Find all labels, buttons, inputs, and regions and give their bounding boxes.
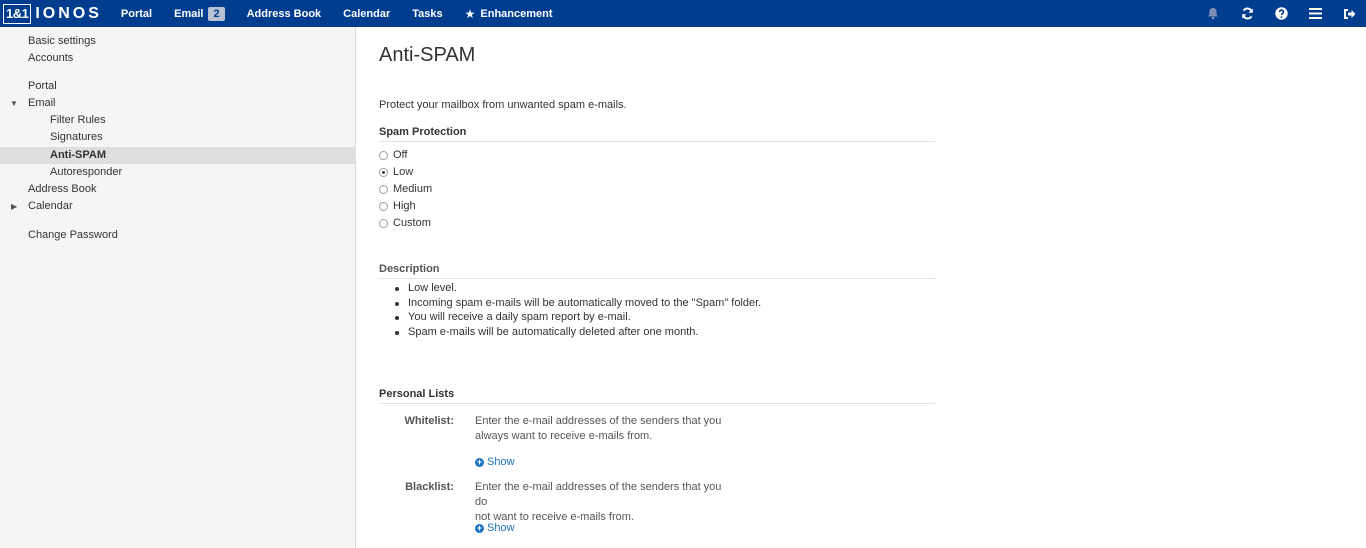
plus-circle-icon: +	[475, 456, 484, 467]
help-icon[interactable]	[1264, 0, 1298, 27]
sidebar-item-label: Accounts	[28, 52, 74, 64]
radio-circle[interactable]	[379, 184, 388, 194]
top-navigation-bar: 1&1 IONOS Portal Email 2 Address Book Ca…	[0, 0, 1366, 27]
whitelist-label: Whitelist:	[404, 415, 455, 427]
sidebar-item-anti-spam[interactable]: Anti-SPAM	[0, 147, 355, 164]
sidebar-item-label: Filter Rules	[50, 114, 106, 126]
nav-enhancement-label: Enhancement	[480, 7, 553, 20]
whitelist-show-link[interactable]: + Show	[475, 456, 515, 468]
nav-calendar-label: Calendar	[343, 7, 391, 20]
nav-tasks[interactable]: Tasks	[412, 0, 442, 27]
caret-right-icon[interactable]: ▶	[11, 198, 17, 215]
plus-circle-icon: +	[475, 522, 484, 533]
sidebar-item-label: Portal	[28, 80, 57, 92]
sidebar-item-label: Change Password	[28, 229, 118, 241]
list-item: Spam e-mails will be automatically delet…	[395, 325, 761, 340]
list-item: Low level.	[395, 281, 761, 296]
sidebar-item-accounts[interactable]: Accounts	[0, 50, 355, 67]
sidebar-item-label: Autoresponder	[50, 166, 123, 178]
sidebar-item-label: Anti-SPAM	[50, 149, 107, 161]
settings-sidebar: Basic settings Accounts Portal ▼ Email F…	[0, 27, 356, 548]
radio-low[interactable]: Low	[379, 165, 413, 179]
star-icon: ★	[464, 6, 476, 21]
blacklist-label: Blacklist:	[405, 481, 454, 493]
sidebar-item-label: Calendar	[28, 200, 73, 212]
blacklist-show-link[interactable]: + Show	[475, 522, 515, 534]
personal-lists-heading: Personal Lists	[379, 388, 935, 404]
nav-address-book[interactable]: Address Book	[247, 0, 322, 27]
main-nav: Portal Email 2 Address Book Calendar Tas…	[121, 0, 575, 27]
sidebar-item-filter-rules[interactable]: Filter Rules	[0, 112, 355, 129]
radio-label: Custom	[393, 217, 431, 229]
sidebar-item-change-password[interactable]: Change Password	[0, 227, 355, 244]
nav-calendar[interactable]: Calendar	[343, 0, 390, 27]
radio-high[interactable]: High	[379, 199, 416, 213]
show-link-label: Show	[487, 522, 515, 534]
top-icons	[1196, 0, 1366, 27]
list-item: You will receive a daily spam report by …	[395, 310, 761, 325]
radio-label: High	[393, 200, 416, 212]
list-item: Incoming spam e-mails will be automatica…	[395, 296, 761, 311]
whitelist-description: Enter the e-mail addresses of the sender…	[475, 414, 725, 444]
refresh-icon[interactable]	[1230, 0, 1264, 27]
caret-down-icon[interactable]: ▼	[10, 95, 18, 112]
sidebar-item-signatures[interactable]: Signatures	[0, 129, 355, 146]
nav-portal-label: Portal	[120, 7, 153, 20]
whitelist-text-line: Enter the e-mail addresses of the sender…	[475, 415, 722, 427]
sidebar-item-label: Signatures	[50, 131, 103, 143]
intro-text: Protect your mailbox from unwanted spam …	[379, 99, 627, 111]
radio-circle[interactable]	[379, 218, 388, 228]
show-link-label: Show	[487, 456, 515, 468]
sidebar-item-label: Email	[28, 97, 56, 109]
radio-custom[interactable]: Custom	[379, 216, 431, 230]
radio-label: Medium	[393, 183, 433, 195]
sidebar-item-calendar[interactable]: ▶ Calendar	[0, 198, 355, 215]
logout-icon[interactable]	[1332, 0, 1366, 27]
sidebar-item-email[interactable]: ▼ Email	[0, 95, 355, 112]
nav-portal[interactable]: Portal	[121, 0, 152, 27]
radio-circle[interactable]	[379, 150, 388, 160]
blacklist-description: Enter the e-mail addresses of the sender…	[475, 480, 725, 525]
sidebar-item-address-book[interactable]: Address Book	[0, 181, 355, 198]
email-count-badge: 2	[208, 6, 225, 21]
description-list: Low level. Incoming spam e-mails will be…	[395, 281, 761, 339]
sidebar-item-autoresponder[interactable]: Autoresponder	[0, 164, 355, 181]
radio-circle-selected[interactable]	[379, 167, 388, 177]
description-heading: Description	[379, 263, 935, 279]
blacklist-text-line: Enter the e-mail addresses of the sender…	[475, 481, 722, 508]
nav-email-label: Email	[174, 7, 204, 20]
radio-off[interactable]: Off	[379, 148, 407, 162]
nav-tasks-label: Tasks	[412, 7, 443, 20]
page-title: Anti-SPAM	[379, 44, 476, 66]
radio-label: Low	[393, 166, 414, 178]
radio-medium[interactable]: Medium	[379, 182, 432, 196]
radio-label: Off	[393, 149, 408, 161]
nav-address-book-label: Address Book	[246, 7, 322, 20]
sidebar-item-portal[interactable]: Portal	[0, 78, 355, 95]
nav-enhancement[interactable]: ★ Enhancement	[465, 0, 553, 27]
logo-box: 1&1	[3, 3, 32, 24]
bell-icon[interactable]	[1196, 0, 1230, 27]
sidebar-item-label: Address Book	[28, 183, 97, 195]
logo[interactable]: 1&1 IONOS	[3, 0, 102, 27]
nav-email[interactable]: Email 2	[174, 0, 225, 27]
sidebar-item-basic-settings[interactable]: Basic settings	[0, 33, 355, 50]
sidebar-item-label: Basic settings	[28, 35, 96, 47]
whitelist-text-line: always want to receive e-mails from.	[475, 430, 653, 442]
logo-text: IONOS	[35, 4, 102, 22]
spam-protection-heading: Spam Protection	[379, 126, 935, 142]
radio-circle[interactable]	[379, 201, 388, 211]
menu-icon[interactable]	[1298, 0, 1332, 27]
